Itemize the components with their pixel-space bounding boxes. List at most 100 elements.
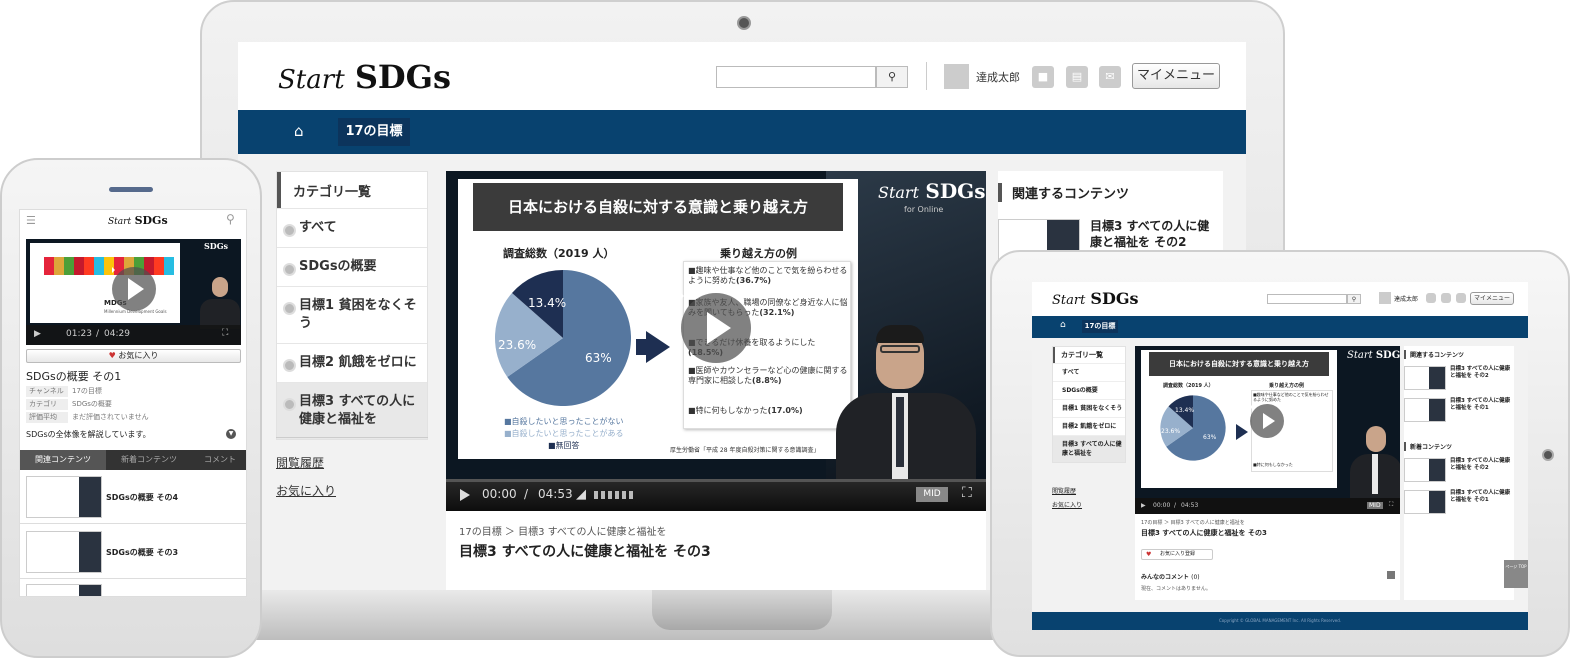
history-link[interactable]: 閲覧履歴 — [276, 454, 324, 471]
tablet-avatar[interactable] — [1379, 292, 1391, 304]
tablet-search-input[interactable] — [1267, 294, 1347, 304]
play-icon[interactable] — [460, 489, 470, 501]
way-item: ■医師やカウンセラーなど心の健康に関する専門家に相談した(8.8%) — [688, 366, 848, 385]
tablet-new-thumbnail[interactable] — [1404, 490, 1446, 514]
tab-17-goals[interactable]: 17の目標 — [338, 118, 410, 146]
tablet-breadcrumb[interactable]: 17の目標 ＞ 目標3 すべての人に健康と福祉を — [1141, 519, 1245, 526]
tablet-sidebar-item[interactable]: すべて — [1053, 363, 1125, 381]
tablet-video-player[interactable]: 日本における自殺に対する意識と乗り越え方 調査総数（2019 人） 13.4% … — [1135, 346, 1400, 514]
logo-sdgs: SDGs — [204, 241, 229, 251]
tablet-current-time: 00:00 — [1153, 502, 1171, 509]
tablet-new-thumbnail[interactable] — [1404, 458, 1446, 482]
phone-slide: MDGs Millennium Development Goals — [30, 243, 180, 323]
tablet-header: Start SDGs ⚲ 達成太郎 マイメニュー — [1032, 282, 1528, 316]
tablet-new-title[interactable]: 目標3 すべての人に健康と福祉を その2 — [1450, 458, 1512, 472]
play-icon[interactable]: ▶ — [34, 329, 41, 339]
meta-value[interactable]: 17の目標 — [72, 386, 102, 396]
user-name[interactable]: 達成太郎 — [976, 69, 1020, 85]
tablet-related-title[interactable]: 目標3 すべての人に健康と福祉を その2 — [1450, 366, 1512, 380]
tab-comments[interactable]: コメント — [192, 450, 246, 470]
site-logo[interactable]: Start SDGs — [278, 58, 451, 96]
search-icon: ⚲ — [1351, 296, 1357, 303]
tablet-new-title[interactable]: 目標3 すべての人に健康と福祉を その1 — [1450, 490, 1512, 504]
tab-new[interactable]: 新着コンテンツ — [106, 450, 192, 470]
sidebar-item-goal2[interactable]: 目標2 飢餓をゼロに — [277, 343, 427, 382]
comment-icon[interactable] — [1426, 293, 1436, 303]
mail-icon[interactable] — [1456, 293, 1466, 303]
search-input[interactable] — [716, 66, 876, 88]
list-item-thumbnail-partial[interactable] — [26, 584, 102, 596]
tablet-sidebar-item[interactable]: 目標1 貧困をなくそう — [1053, 399, 1125, 417]
tablet-tab-17-goals[interactable]: 17の目標 — [1082, 320, 1118, 333]
sidebar-item-sdgs-overview[interactable]: SDGsの概要 — [277, 247, 427, 286]
list-item[interactable]: SDGsの概要 その4 — [20, 470, 246, 524]
document-icon[interactable] — [1441, 293, 1451, 303]
list-item[interactable]: SDGsの概要 その3 — [20, 525, 246, 579]
fullscreen-icon[interactable]: ⛶ — [962, 485, 972, 501]
phone-favorite-label: お気に入り — [118, 351, 159, 360]
phone-logo[interactable]: Start SDGs — [108, 214, 168, 227]
comments-count: (0) — [1191, 574, 1200, 581]
volume-slider[interactable] — [594, 491, 634, 499]
tablet-related-thumbnail[interactable] — [1404, 366, 1446, 390]
search-icon[interactable]: ⚲ — [226, 212, 235, 226]
page-top-button[interactable]: ページ TOP — [1504, 560, 1528, 588]
hamburger-menu-icon[interactable]: ☰ — [26, 214, 36, 227]
document-icon[interactable]: ▤ — [1066, 66, 1088, 88]
sidebar-item-goal3[interactable]: 目標3 すべての人に健康と福祉を — [277, 382, 427, 439]
tablet-comment-toggle[interactable] — [1387, 571, 1395, 579]
pie-label-63: 63% — [585, 351, 612, 365]
tablet-sidebar-item[interactable]: SDGsの概要 — [1053, 381, 1125, 399]
home-icon[interactable]: ⌂ — [294, 122, 304, 140]
tablet-favorite-button[interactable]: ♥ お気に入り登録 — [1141, 549, 1213, 560]
tablet-way-item: ■趣味や仕事など他のことで気を紛らわせるように努めた — [1253, 392, 1329, 402]
volume-icon[interactable]: ◢ — [576, 487, 586, 502]
comment-icon[interactable]: ■ — [1032, 66, 1054, 88]
tablet-my-menu-button[interactable]: マイメニュー — [1470, 292, 1514, 305]
tablet-quality-button[interactable]: MID — [1367, 502, 1383, 509]
laptop-notch — [652, 590, 832, 630]
avatar[interactable] — [944, 64, 969, 89]
my-menu-button[interactable]: マイメニュー — [1132, 63, 1220, 89]
fullscreen-icon[interactable]: ⛶ — [222, 328, 228, 338]
phone-presenter-image — [200, 277, 240, 329]
search-button[interactable]: ⚲ — [876, 66, 908, 88]
tablet-sidebar-item[interactable]: 目標2 飢餓をゼロに — [1053, 417, 1125, 435]
tablet-related-title[interactable]: 目標3 すべての人に健康と福祉を その1 — [1450, 398, 1512, 412]
meta-key: チャンネル — [26, 386, 68, 397]
phone-total-time: 04:29 — [104, 329, 130, 339]
video-player[interactable]: 日本における自殺に対する意識と乗り越え方 調査総数（2019 人） 13.4% … — [446, 171, 986, 511]
quality-button[interactable]: MID — [916, 487, 948, 502]
phone-favorite-button[interactable]: ♥ お気に入り — [26, 349, 241, 363]
play-icon[interactable]: ▶ — [1141, 502, 1146, 509]
logo-start: Start — [878, 183, 920, 202]
tablet-search-button[interactable]: ⚲ — [1347, 294, 1361, 304]
mail-icon[interactable]: ✉ — [1099, 66, 1121, 88]
sidebar-item-all[interactable]: すべて — [277, 208, 427, 247]
progress-bar[interactable] — [446, 479, 986, 482]
breadcrumb[interactable]: 17の目標 ＞ 目標3 すべての人に健康と福祉を — [459, 523, 667, 538]
tablet-logo[interactable]: Start SDGs — [1052, 289, 1139, 308]
tablet-total-time: 04:53 — [1181, 502, 1199, 509]
tablet-history-link[interactable]: 閲覧履歴 — [1052, 486, 1076, 495]
tablet-related-thumbnail[interactable] — [1404, 398, 1446, 422]
tablet-pie-label: 63% — [1203, 434, 1217, 441]
meta-value[interactable]: SDGsの概要 — [72, 399, 112, 409]
phone-video-player[interactable]: MDGs Millennium Development Goals SDGs ▶… — [26, 239, 241, 345]
source-note: 厚生労働省「平成 28 年度自殺対策に関する意識調査」 — [670, 447, 820, 454]
home-icon[interactable]: ⌂ — [1060, 320, 1066, 330]
tablet-way-item: ■特に何もしなかった — [1253, 462, 1293, 467]
tablet-slide-title: 日本における自殺に対する意識と乗り越え方 — [1149, 352, 1329, 376]
chevron-down-icon[interactable]: ▼ — [226, 429, 236, 439]
tablet-sidebar-item-selected[interactable]: 目標3 すべての人に健康と福祉を — [1053, 435, 1125, 462]
legend-item: ■自殺したいと思ったことがない — [504, 417, 624, 426]
tablet-favorite-label: お気に入り登録 — [1160, 551, 1196, 557]
tablet-favorites-link[interactable]: お気に入り — [1052, 500, 1082, 509]
related-item-title[interactable]: 目標3 すべての人に健康と福祉を その2 — [1090, 219, 1218, 250]
tablet-user-name[interactable]: 達成太郎 — [1394, 294, 1418, 303]
meta-key: 評価平均 — [26, 412, 68, 423]
fullscreen-icon[interactable]: ⛶ — [1389, 501, 1393, 509]
sidebar-item-goal1[interactable]: 目標1 貧困をなくそう — [277, 286, 427, 343]
favorites-link[interactable]: お気に入り — [276, 482, 336, 499]
tab-related[interactable]: 関連コンテンツ — [20, 450, 106, 470]
